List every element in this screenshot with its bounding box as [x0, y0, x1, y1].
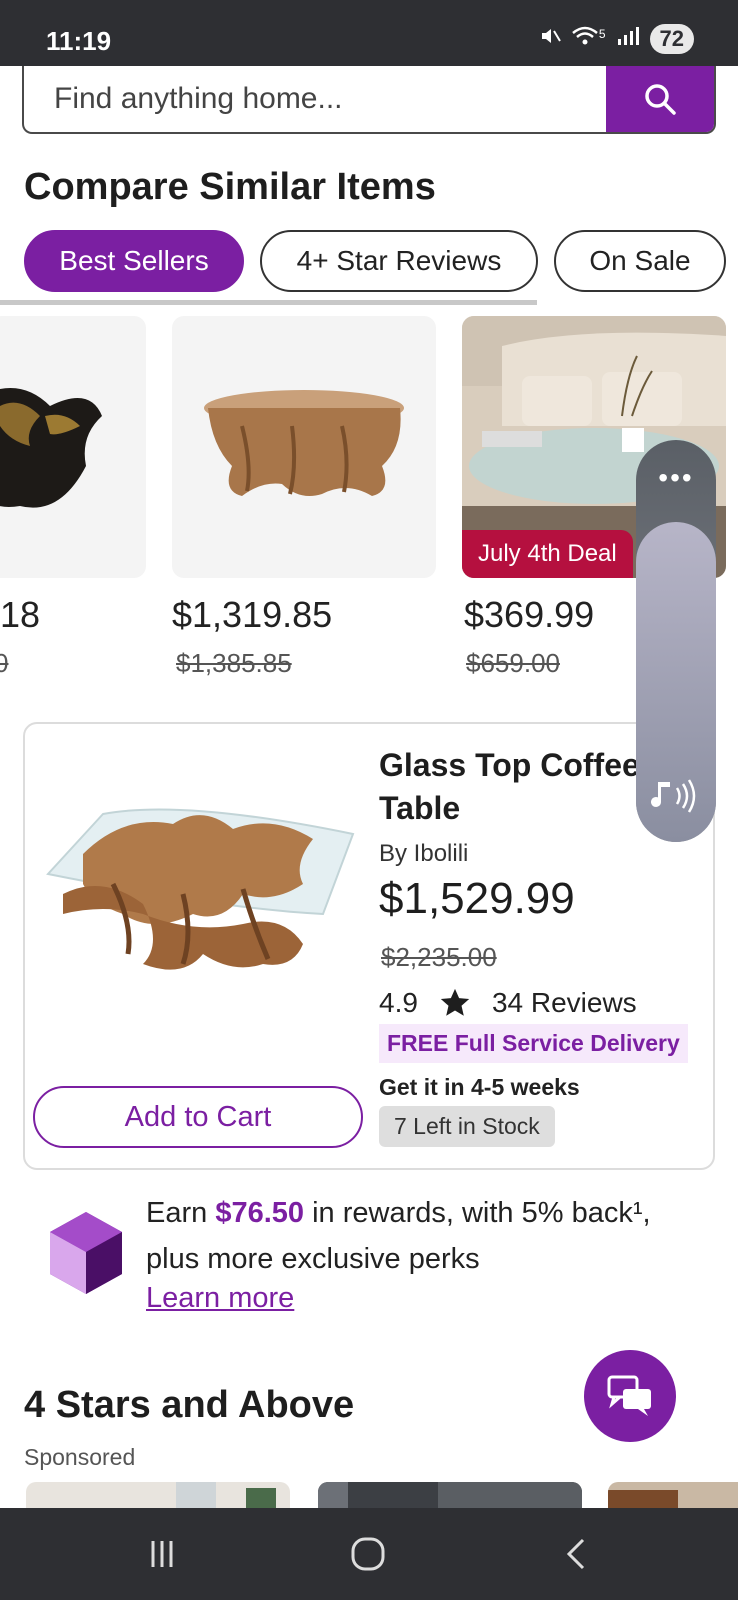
network-label: 5: [598, 27, 606, 41]
rewards-text: Earn $76.50 in rewards, with 5% back¹, p…: [146, 1190, 706, 1282]
learn-more-link[interactable]: Learn more: [146, 1282, 294, 1315]
recent-apps-icon: [151, 1541, 173, 1567]
featured-product-price: $1,529.99: [379, 874, 575, 923]
status-icons: 5 72: [539, 24, 694, 54]
featured-product-title[interactable]: Glass Top Coffee Table: [379, 744, 659, 830]
search-icon: [645, 84, 676, 115]
back-icon: [566, 1538, 585, 1570]
filter-scroll-indicator: [0, 300, 537, 305]
rewards-prefix: Earn: [146, 1197, 216, 1229]
featured-product-image[interactable]: [43, 794, 363, 994]
sponsored-product-image[interactable]: [318, 1482, 582, 1508]
recent-apps-button[interactable]: [132, 1530, 192, 1578]
featured-product-brand[interactable]: By Ibolili: [379, 840, 468, 868]
featured-product-old-price: $2,235.00: [381, 942, 497, 972]
filter-best-sellers[interactable]: Best Sellers: [24, 230, 244, 292]
section-title: 4 Stars and Above: [24, 1384, 355, 1426]
mute-icon: [539, 25, 561, 53]
product-price: $369.99: [464, 594, 595, 635]
product-price: $1,319.85: [172, 594, 333, 635]
filter-star-reviews[interactable]: 4+ Star Reviews: [260, 230, 538, 292]
battery-indicator: 72: [649, 24, 694, 54]
volume-slider[interactable]: [636, 522, 716, 842]
product-price: 18: [0, 594, 41, 635]
star-icon: [440, 988, 470, 1016]
home-button[interactable]: [338, 1530, 398, 1578]
rewards-amount: $76.50: [215, 1197, 305, 1229]
compare-title: Compare Similar Items: [24, 166, 436, 208]
product-image[interactable]: [0, 316, 146, 578]
rating-value: 4.9: [379, 987, 418, 1018]
floating-side-panel[interactable]: •••: [636, 440, 716, 842]
filter-on-sale[interactable]: On Sale: [554, 230, 726, 292]
search-button[interactable]: [606, 66, 714, 132]
status-time: 11:19: [46, 26, 112, 56]
featured-product-card[interactable]: Glass Top Coffee Table By Ibolili $1,529…: [23, 722, 715, 1170]
deal-badge: July 4th Deal: [462, 530, 633, 578]
delivery-eta: Get it in 4-5 weeks: [379, 1074, 580, 1100]
product-image[interactable]: [172, 316, 436, 578]
delivery-badge: FREE Full Service Delivery: [379, 1024, 688, 1063]
sponsored-product-image[interactable]: [26, 1482, 290, 1508]
stock-badge: 7 Left in Stock: [379, 1106, 555, 1147]
home-icon: [351, 1537, 385, 1571]
chat-button[interactable]: [584, 1350, 676, 1442]
sound-icon[interactable]: [646, 770, 706, 822]
review-count: 34 Reviews: [491, 987, 637, 1018]
add-to-cart-button[interactable]: Add to Cart: [33, 1086, 363, 1148]
status-bar: 11:19 5 72: [0, 0, 738, 66]
battery-level: 72: [659, 26, 684, 51]
search-input[interactable]: [24, 66, 610, 132]
product-old-price: $1,385.85: [176, 648, 292, 678]
search-bar: [22, 66, 716, 134]
back-button[interactable]: [546, 1530, 606, 1578]
wifi-icon: [571, 25, 599, 53]
rating-row[interactable]: 4.9 34 Reviews: [379, 986, 637, 1020]
sponsored-product-image[interactable]: [608, 1482, 738, 1508]
sponsored-label: Sponsored: [24, 1444, 136, 1470]
ellipsis-icon[interactable]: •••: [636, 440, 716, 516]
product-old-price: $659.00: [466, 648, 560, 678]
chat-icon: [607, 1375, 651, 1416]
signal-icon: [616, 25, 640, 53]
system-nav-bar: [0, 1508, 738, 1600]
rewards-gem-icon: [46, 1210, 126, 1296]
product-old-price: 0: [0, 648, 9, 678]
